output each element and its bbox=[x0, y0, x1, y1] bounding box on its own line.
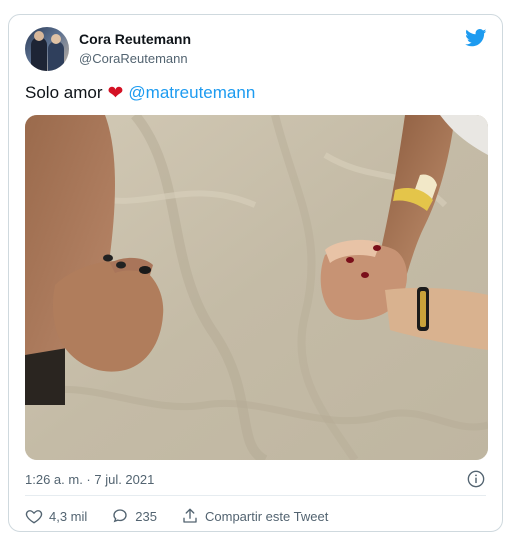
tweet-timestamp[interactable]: 1:26 a. m. · 7 jul. 2021 bbox=[25, 472, 154, 487]
like-button[interactable]: 4,3 mil bbox=[25, 507, 87, 525]
reply-button[interactable]: 235 bbox=[111, 507, 157, 525]
tweet-actions: 4,3 mil 235 Compartir este Tweet bbox=[25, 507, 352, 525]
share-button[interactable]: Compartir este Tweet bbox=[181, 507, 328, 525]
share-icon bbox=[183, 508, 197, 523]
tweet-body: Solo amor bbox=[25, 83, 103, 102]
reply-icon bbox=[113, 509, 127, 523]
avatar[interactable] bbox=[25, 27, 69, 71]
divider bbox=[25, 495, 486, 496]
reply-count: 235 bbox=[135, 508, 157, 524]
tweet-card: Cora Reutemann @CoraReutemann Solo amor … bbox=[8, 14, 503, 532]
heart-icon bbox=[25, 510, 43, 524]
tweet-text: Solo amor ❤ @matreutemann bbox=[25, 83, 255, 103]
like-count: 4,3 mil bbox=[49, 508, 88, 524]
twitter-bird-icon[interactable] bbox=[465, 29, 487, 47]
author-handle[interactable]: @CoraReutemann bbox=[79, 51, 188, 66]
mention-link[interactable]: @matreutemann bbox=[128, 83, 255, 103]
holding-hands-photo bbox=[25, 115, 488, 460]
author-name[interactable]: Cora Reutemann bbox=[79, 31, 191, 47]
info-icon[interactable] bbox=[467, 470, 485, 488]
red-heart-emoji: ❤ bbox=[107, 82, 124, 104]
share-label: Compartir este Tweet bbox=[205, 508, 329, 524]
tweet-photo[interactable] bbox=[25, 115, 488, 460]
